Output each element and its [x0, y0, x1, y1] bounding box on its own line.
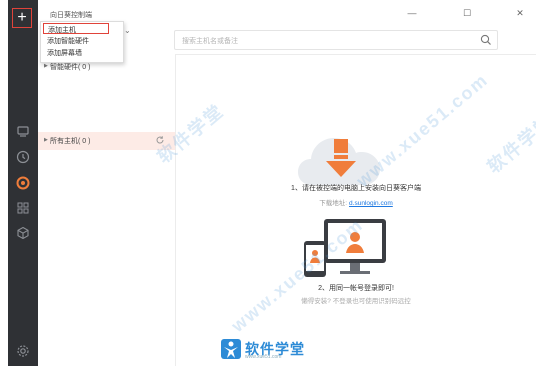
minimize-button[interactable]: —	[405, 6, 419, 20]
hint-text: 懒得安装? 不登录也可使用识别码远控	[301, 298, 411, 305]
plus-icon: +	[17, 9, 27, 26]
menu-item-add-smart-hardware[interactable]: 添加智能硬件	[47, 36, 89, 46]
group-label: 所有主机( 0 )	[50, 138, 91, 145]
close-button[interactable]: ✕	[513, 6, 527, 20]
chevron-down-icon[interactable]: ⌄	[124, 26, 131, 35]
apps-grid-icon[interactable]	[16, 201, 30, 215]
caret-right-icon: ▶	[44, 137, 48, 143]
step-2-text: 2、用同一帐号登录即可!	[318, 285, 394, 292]
left-navigation-rail	[8, 0, 38, 366]
sunlogin-logo-icon[interactable]	[16, 176, 30, 190]
group-list-panel: ▶ 智能硬件( 0 ) ▶ 所有主机( 0 )	[38, 54, 176, 366]
download-row: 下载地址: d.sunlogin.com	[176, 197, 536, 207]
remote-control-icon[interactable]	[16, 124, 30, 138]
app-window: + 向日葵控制端 — ☐ ✕ ⌄ 搜索主机名或备注 ▶ 智能硬件( 0 ) ▶ …	[0, 0, 536, 366]
watermark-logo-url: www.xue51.com	[245, 354, 282, 360]
window-title: 向日葵控制端	[50, 12, 92, 19]
search-input[interactable]: 搜索主机名或备注	[174, 30, 498, 50]
watermark-logo: 软件学堂 www.xue51.com	[220, 338, 305, 360]
menu-item-add-screen-wall[interactable]: 添加屏幕墙	[47, 48, 82, 58]
add-dropdown-menu: 添加主机 添加智能硬件 添加屏幕墙	[40, 21, 124, 63]
history-clock-icon[interactable]	[16, 150, 30, 164]
group-label: 智能硬件( 0 )	[50, 64, 91, 71]
step-1-text: 1、请在被控端的电脑上安装向日葵客户端	[291, 185, 421, 192]
search-placeholder: 搜索主机名或备注	[182, 38, 238, 45]
person-logo-icon	[221, 339, 241, 359]
download-label: 下载地址:	[319, 200, 348, 207]
search-icon[interactable]	[480, 34, 492, 46]
caret-right-icon: ▶	[44, 63, 48, 69]
maximize-button[interactable]: ☐	[460, 6, 474, 20]
add-button[interactable]: +	[12, 8, 32, 28]
menu-item-add-host[interactable]: 添加主机	[43, 23, 109, 34]
download-link[interactable]: d.sunlogin.com	[349, 200, 393, 207]
settings-gear-icon[interactable]	[16, 344, 30, 358]
smart-hardware-cube-icon[interactable]	[16, 226, 30, 240]
